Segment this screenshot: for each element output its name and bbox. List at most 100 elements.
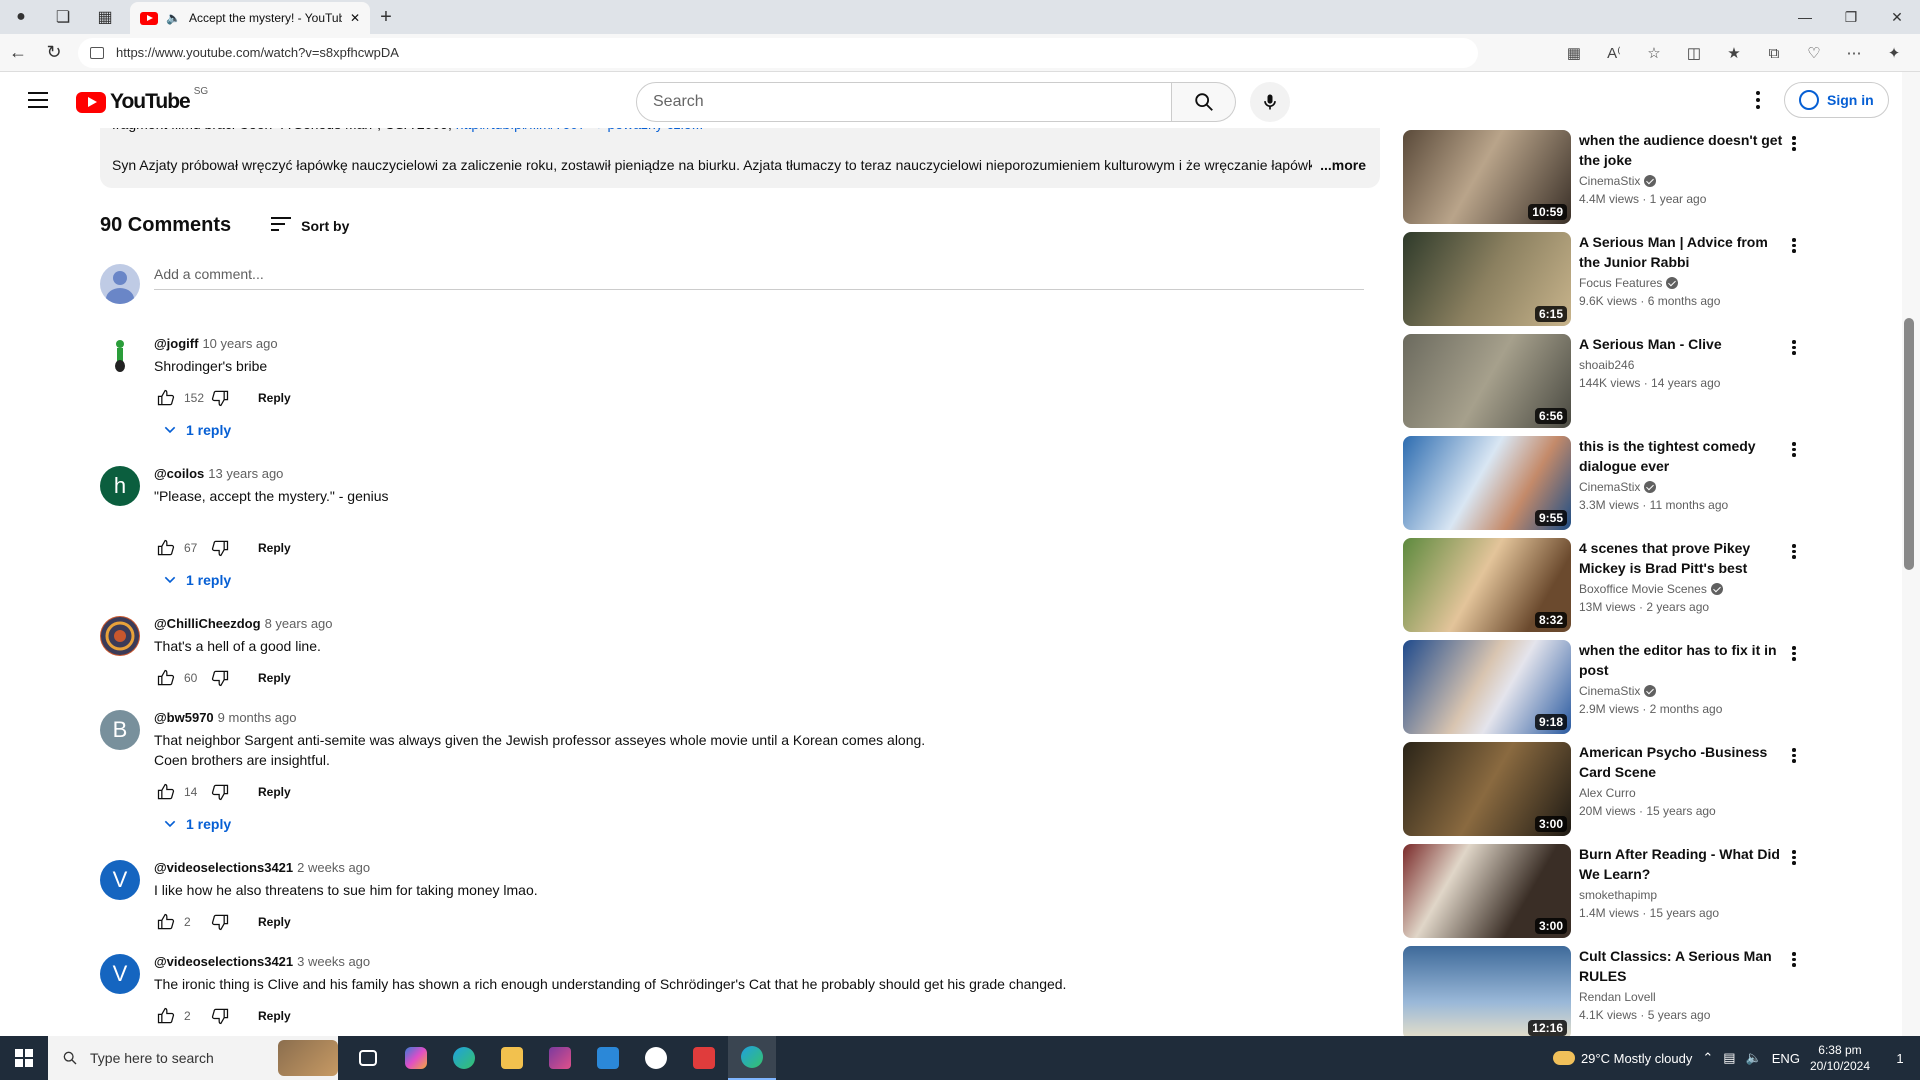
recommended-video[interactable]: 3:00 Burn After Reading - What Did We Le… (1403, 844, 1796, 938)
video-thumbnail[interactable]: 3:00 (1403, 742, 1571, 836)
dislike-icon[interactable] (208, 666, 232, 690)
weather-widget[interactable]: 29°C Mostly cloudy (1552, 1051, 1692, 1066)
view-replies-button[interactable]: 1 reply (154, 564, 231, 596)
more-actions-icon[interactable] (1789, 952, 1799, 972)
video-thumbnail[interactable]: 9:55 (1403, 436, 1571, 530)
video-title[interactable]: when the audience doesn't get the joke (1579, 130, 1783, 170)
video-thumbnail[interactable]: 12:16 (1403, 946, 1571, 1040)
view-replies-button[interactable]: 1 reply (154, 808, 231, 840)
tray-chevron-icon[interactable]: ⌃ (1702, 1050, 1713, 1066)
recommended-video[interactable]: 12:16 Cult Classics: A Serious Man RULES… (1403, 946, 1796, 1040)
file-explorer-icon[interactable] (488, 1036, 536, 1080)
browser-essentials-icon[interactable]: ♡ (1796, 38, 1832, 68)
channel-name[interactable]: CinemaStix (1579, 480, 1657, 494)
channel-name[interactable]: Rendan Lovell (1579, 990, 1656, 1004)
search-button[interactable] (1172, 82, 1236, 122)
search-input[interactable]: Search (636, 82, 1172, 122)
reply-button[interactable]: Reply (258, 915, 291, 929)
workspaces-icon[interactable]: ❏ (42, 0, 84, 34)
comment-author[interactable]: @jogiff (154, 336, 198, 351)
recommended-video[interactable]: 9:18 when the editor has to fix it in po… (1403, 640, 1796, 734)
start-button[interactable] (0, 1036, 48, 1080)
settings-menu-icon[interactable] (1748, 90, 1768, 110)
recommended-video[interactable]: 3:00 American Psycho -Business Card Scen… (1403, 742, 1796, 836)
more-actions-icon[interactable] (1789, 544, 1799, 564)
show-more-button[interactable]: ...more (1316, 157, 1366, 173)
video-thumbnail[interactable]: 6:56 (1403, 334, 1571, 428)
reply-button[interactable]: Reply (258, 671, 291, 685)
new-tab-button[interactable]: + (370, 1, 402, 33)
dislike-icon[interactable] (208, 910, 232, 934)
language-indicator[interactable]: ENG (1772, 1051, 1800, 1066)
video-title[interactable]: American Psycho -Business Card Scene (1579, 742, 1783, 782)
favorite-star-icon[interactable]: ☆ (1636, 38, 1672, 68)
more-actions-icon[interactable] (1789, 850, 1799, 870)
comment-author[interactable]: @coilos (154, 466, 204, 481)
view-replies-button[interactable]: 1 reply (154, 414, 231, 446)
comment-time[interactable]: 8 years ago (265, 616, 333, 631)
close-window-button[interactable]: ✕ (1874, 0, 1920, 34)
reply-button[interactable]: Reply (258, 1009, 291, 1023)
comment-author[interactable]: @bw5970 (154, 710, 214, 725)
comment-author[interactable]: @videoselections3421 (154, 860, 293, 875)
app-available-icon[interactable]: ▦ (1556, 38, 1592, 68)
commenter-avatar[interactable]: B (100, 710, 140, 750)
edge-app-icon[interactable] (440, 1036, 488, 1080)
url-field[interactable]: https://www.youtube.com/watch?v=s8xpfhcw… (78, 37, 1478, 68)
channel-name[interactable]: shoaib246 (1579, 358, 1634, 372)
video-thumbnail[interactable]: 10:59 (1403, 130, 1571, 224)
refresh-button[interactable]: ↻ (36, 36, 72, 70)
recommended-video[interactable]: 9:55 this is the tightest comedy dialogu… (1403, 436, 1796, 530)
settings-more-icon[interactable]: ⋯ (1836, 38, 1872, 68)
vscode-app-icon[interactable] (584, 1036, 632, 1080)
video-title[interactable]: when the editor has to fix it in post (1579, 640, 1783, 680)
like-icon[interactable] (154, 1004, 178, 1028)
comment-author[interactable]: @videoselections3421 (154, 954, 293, 969)
comment-time[interactable]: 2 weeks ago (297, 860, 370, 875)
volume-icon[interactable]: 🔈 (1746, 1050, 1762, 1066)
edge-active-app-icon[interactable] (728, 1036, 776, 1080)
video-title[interactable]: this is the tightest comedy dialogue eve… (1579, 436, 1783, 476)
copilot-icon[interactable]: ✦ (1876, 38, 1912, 68)
channel-name[interactable]: Boxoffice Movie Scenes (1579, 582, 1723, 596)
channel-name[interactable]: Alex Curro (1579, 786, 1636, 800)
like-icon[interactable] (154, 910, 178, 934)
channel-name[interactable]: CinemaStix (1579, 684, 1657, 698)
dislike-icon[interactable] (208, 386, 232, 410)
dislike-icon[interactable] (208, 780, 232, 804)
copilot-app-icon[interactable] (392, 1036, 440, 1080)
video-title[interactable]: Burn After Reading - What Did We Learn? (1579, 844, 1783, 884)
collections-icon[interactable]: ⧉ (1756, 38, 1792, 68)
commenter-avatar[interactable] (100, 336, 140, 376)
task-view-icon[interactable] (344, 1036, 392, 1080)
profile-icon[interactable]: ● (0, 0, 42, 34)
video-thumbnail[interactable]: 6:15 (1403, 232, 1571, 326)
reply-button[interactable]: Reply (258, 541, 291, 555)
video-title[interactable]: A Serious Man | Advice from the Junior R… (1579, 232, 1783, 272)
like-icon[interactable] (154, 386, 178, 410)
recommended-video[interactable]: 6:56 A Serious Man - Clive shoaib246 144… (1403, 334, 1796, 428)
lock-icon[interactable] (90, 46, 104, 59)
favorites-icon[interactable]: ★ (1716, 38, 1752, 68)
like-icon[interactable] (154, 666, 178, 690)
add-comment-input[interactable]: Add a comment... (154, 264, 1364, 290)
comment-time[interactable]: 3 weeks ago (297, 954, 370, 969)
commenter-avatar[interactable]: V (100, 954, 140, 994)
video-thumbnail[interactable]: 3:00 (1403, 844, 1571, 938)
sort-by-button[interactable]: Sort by (271, 216, 349, 235)
youtube-logo[interactable]: YouTube SG (76, 86, 208, 114)
reply-button[interactable]: Reply (258, 785, 291, 799)
comment-time[interactable]: 10 years ago (202, 336, 277, 351)
recommended-video[interactable]: 6:15 A Serious Man | Advice from the Jun… (1403, 232, 1796, 326)
network-icon[interactable]: ▤ (1723, 1050, 1735, 1066)
speaker-icon[interactable]: 🔈 (166, 11, 181, 25)
voice-search-button[interactable] (1250, 82, 1290, 122)
like-icon[interactable] (154, 780, 178, 804)
video-title[interactable]: Cult Classics: A Serious Man RULES (1579, 946, 1783, 986)
tab-actions-icon[interactable]: ▦ (84, 0, 126, 34)
commenter-avatar[interactable]: V (100, 860, 140, 900)
restore-button[interactable]: ❐ (1828, 0, 1874, 34)
active-tab[interactable]: 🔈 Accept the mystery! - YouTube ✕ (130, 2, 370, 34)
dislike-icon[interactable] (208, 536, 232, 560)
more-actions-icon[interactable] (1789, 238, 1799, 258)
